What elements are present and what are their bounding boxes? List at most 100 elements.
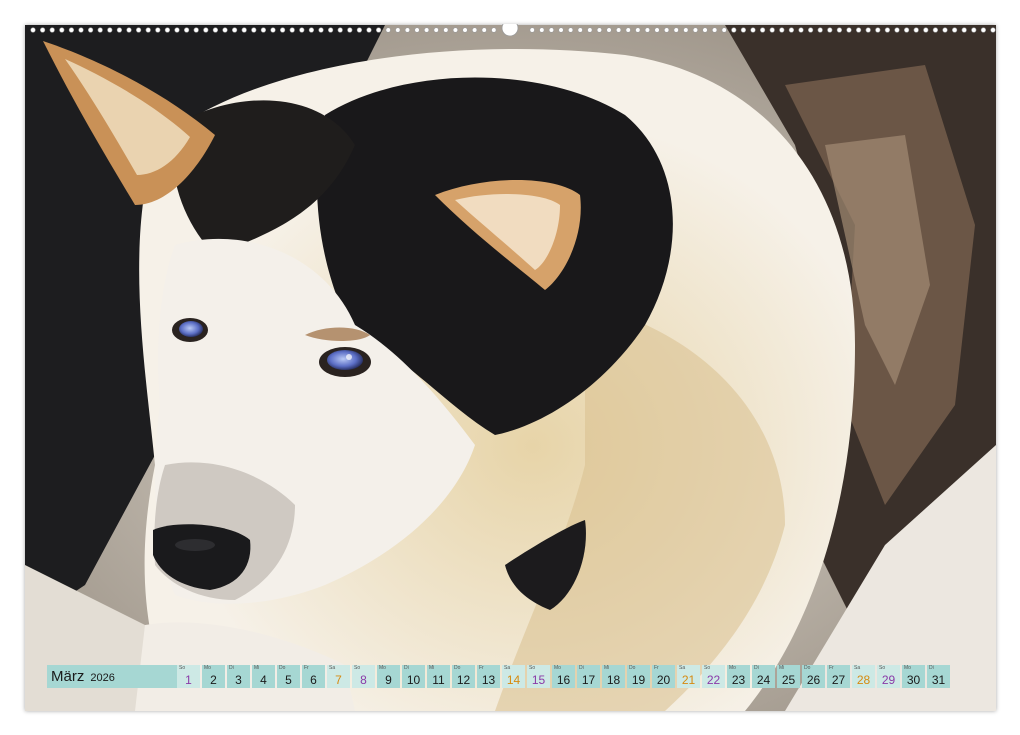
binding-hole — [770, 28, 775, 33]
binding-hole — [338, 28, 343, 33]
binding-hole — [924, 28, 929, 33]
binding-hole — [415, 28, 420, 33]
day-number: 11 — [427, 673, 450, 687]
day-number: 12 — [452, 673, 475, 687]
binding-hole — [136, 28, 141, 33]
weekday-label: Fr — [304, 666, 309, 671]
binding-hole — [156, 28, 161, 33]
calendar-strip: März 2026 So1Mo2Di3Mi4Do5Fr6Sa7So8Mo9Di1… — [47, 665, 973, 688]
binding-hole — [693, 28, 698, 33]
binding-hole — [309, 28, 314, 33]
binding-hole — [31, 28, 36, 33]
weekday-label: Di — [579, 666, 584, 671]
weekday-label: So — [179, 666, 185, 671]
binding-hole — [808, 28, 813, 33]
calendar-day: Mo9 — [377, 665, 400, 688]
binding-hole — [175, 28, 180, 33]
binding-hole — [492, 28, 497, 33]
calendar-day: Mi25 — [777, 665, 800, 688]
calendar-day: Mo2 — [202, 665, 225, 688]
month-name: März — [51, 668, 84, 685]
binding-hole — [549, 28, 554, 33]
binding-hole — [424, 28, 429, 33]
binding-hole — [50, 28, 55, 33]
binding-hole — [127, 28, 132, 33]
weekday-label: So — [529, 666, 535, 671]
day-number: 24 — [752, 673, 775, 687]
weekday-label: Mi — [604, 666, 609, 671]
calendar-day: Mo 23 — [727, 665, 750, 688]
day-number: 20 — [652, 673, 675, 687]
binding-hole — [645, 28, 650, 33]
hanger-hole — [502, 24, 518, 36]
binding-hole — [367, 28, 372, 33]
binding-hole — [434, 28, 439, 33]
binding-hole — [194, 28, 199, 33]
binding-hole — [60, 28, 65, 33]
weekday-label: Di — [929, 666, 934, 671]
binding-hole — [165, 28, 170, 33]
binding-hole — [472, 28, 477, 33]
binding-hole — [626, 28, 631, 33]
binding-hole — [223, 28, 228, 33]
day-number: 18 — [602, 673, 625, 687]
binding-hole — [818, 28, 823, 33]
day-number: 2 — [202, 673, 225, 687]
weekday-label: Sa — [504, 666, 510, 671]
binding-hole — [856, 28, 861, 33]
day-number: 17 — [577, 673, 600, 687]
binding-hole — [866, 28, 871, 33]
binding-hole — [972, 28, 977, 33]
day-number: 13 — [477, 673, 500, 687]
calendar-day: Mo16 — [552, 665, 575, 688]
binding-hole — [991, 28, 996, 33]
calendar-day: Di 17 — [577, 665, 600, 688]
binding-hole — [453, 28, 458, 33]
calendar-day: Di10 — [402, 665, 425, 688]
binding-hole — [290, 28, 295, 33]
binding-hole — [799, 28, 804, 33]
binding-hole — [847, 28, 852, 33]
day-number: 19 — [627, 673, 650, 687]
binding-hole — [79, 28, 84, 33]
day-number: 5 — [277, 673, 300, 687]
day-number: 29 — [877, 673, 900, 687]
binding-hole — [530, 28, 535, 33]
binding-hole — [895, 28, 900, 33]
binding-hole — [88, 28, 93, 33]
year-label: 2026 — [90, 672, 114, 684]
day-number: 3 — [227, 673, 250, 687]
binding-holes — [25, 24, 996, 36]
weekday-label: Mi — [254, 666, 259, 671]
weekday-label: Mo — [729, 666, 736, 671]
calendar-day: Mi4 — [252, 665, 275, 688]
calendar-day: So1 — [177, 665, 200, 688]
weekday-label: Sa — [329, 666, 335, 671]
weekday-label: So — [704, 666, 710, 671]
weekday-label: Sa — [854, 666, 860, 671]
binding-hole — [703, 28, 708, 33]
calendar-day: Sa14 — [502, 665, 525, 688]
binding-hole — [789, 28, 794, 33]
binding-hole — [444, 28, 449, 33]
calendar-page: März 2026 So1Mo2Di3Mi4Do5Fr6Sa7So8Mo9Di1… — [25, 25, 996, 711]
day-number: 23 — [727, 673, 750, 687]
weekday-label: Sa — [679, 666, 685, 671]
weekday-label: Di — [229, 666, 234, 671]
calendar-day: Mo30 — [902, 665, 925, 688]
calendar-day: Fr27 — [827, 665, 850, 688]
calendar-day: Fr6 — [302, 665, 325, 688]
binding-hole — [482, 28, 487, 33]
binding-hole — [597, 28, 602, 33]
calendar-day: Mi 18 — [602, 665, 625, 688]
binding-hole — [578, 28, 583, 33]
binding-hole — [741, 28, 746, 33]
binding-hole — [213, 28, 218, 33]
binding-hole — [828, 28, 833, 33]
binding-hole — [559, 28, 564, 33]
binding-hole — [357, 28, 362, 33]
day-number: 7 — [327, 673, 350, 687]
binding-hole — [146, 28, 151, 33]
binding-hole — [568, 28, 573, 33]
binding-hole — [40, 28, 45, 33]
